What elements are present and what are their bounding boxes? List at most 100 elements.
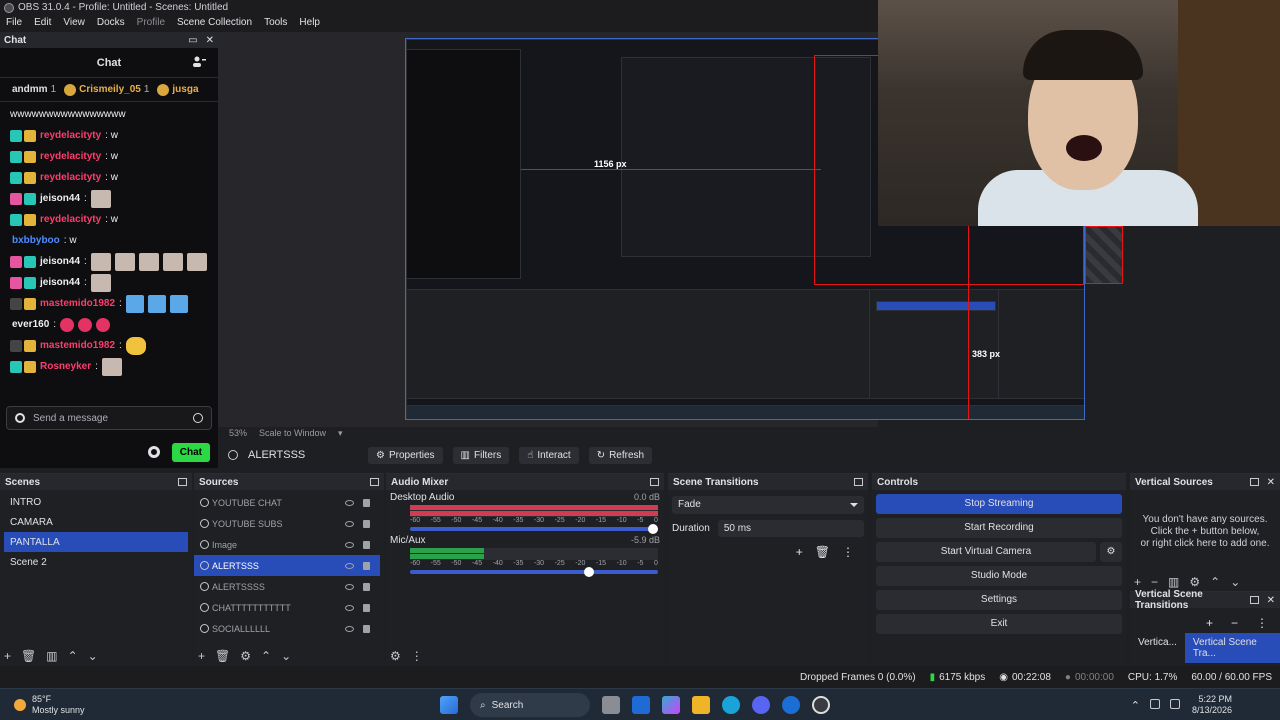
emote-icon[interactable] [186, 252, 207, 271]
move-up-icon[interactable]: ⌃ [68, 649, 78, 663]
visibility-icon[interactable] [345, 499, 354, 506]
gear-icon[interactable]: ⚙ [1189, 575, 1200, 589]
menu-scene-collection[interactable]: Scene Collection [177, 17, 252, 31]
weather-widget[interactable]: 85°F Mostly sunny [14, 694, 85, 716]
emote-icon[interactable] [147, 294, 166, 313]
menu-view[interactable]: View [63, 17, 85, 31]
obs-taskbar-icon[interactable] [812, 696, 830, 714]
emote-icon[interactable] [78, 317, 93, 332]
chevron-up-icon[interactable]: ⌃ [1131, 699, 1140, 712]
sub-badge-icon[interactable] [10, 129, 22, 142]
emote-icon[interactable] [90, 189, 111, 208]
edge-icon[interactable] [722, 696, 740, 714]
gear-icon[interactable] [147, 446, 160, 458]
crown-badge-icon[interactable] [24, 150, 36, 163]
start-recording-button[interactable]: Start Recording [876, 518, 1122, 538]
refresh-button[interactable]: ↻ Refresh [588, 446, 653, 464]
sub-badge-icon[interactable] [24, 192, 36, 205]
volume-icon[interactable] [1170, 699, 1180, 709]
emote-icon[interactable] [125, 336, 146, 355]
undock-icon[interactable] [854, 478, 863, 486]
virtual-camera-settings-icon[interactable]: ⚙ [1100, 542, 1122, 562]
trash-icon[interactable]: 🗑 [21, 649, 36, 663]
community-icon[interactable] [192, 56, 206, 68]
crown-badge-icon[interactable] [24, 213, 36, 226]
sub-badge-icon[interactable] [24, 276, 36, 289]
source-item[interactable]: CHATTTTTTTTTTT [194, 597, 380, 618]
chat-username[interactable]: jeison44 [40, 193, 80, 204]
chat-username[interactable]: jeison44 [40, 277, 80, 288]
filter-icon[interactable]: ▥ [1168, 575, 1179, 589]
volume-slider-knob[interactable] [648, 524, 658, 534]
scene-item[interactable]: Scene 2 [4, 552, 188, 572]
advanced-audio-icon[interactable]: ⚙ [390, 649, 401, 663]
sub-badge-icon[interactable] [10, 150, 22, 163]
undock-icon[interactable] [1250, 596, 1259, 604]
lock-icon[interactable] [363, 561, 370, 570]
start-virtual-camera-button[interactable]: Start Virtual Camera [876, 542, 1096, 562]
chat-username[interactable]: jeison44 [40, 256, 80, 267]
emote-icon[interactable] [169, 294, 188, 313]
lock-icon[interactable] [363, 498, 370, 507]
sub-badge-icon[interactable] [10, 360, 22, 373]
emote-icon[interactable] [60, 317, 75, 332]
vertical-sources-empty[interactable]: You don't have any sources. Click the + … [1130, 490, 1280, 550]
source-item[interactable]: YOUTUBE CHAT [194, 492, 380, 513]
tab-vertical-scene-transitions[interactable]: Vertical Scene Tra... [1184, 633, 1280, 663]
windows-start-icon[interactable] [440, 696, 458, 714]
chevron-down-icon[interactable]: ▾ [338, 428, 343, 439]
chat-username[interactable]: mastemido1982 [40, 298, 115, 309]
volume-slider[interactable] [410, 567, 658, 577]
add-icon[interactable]: + [198, 649, 205, 663]
emote-icon[interactable] [138, 252, 159, 271]
sub-badge-icon[interactable] [10, 171, 22, 184]
chat-username[interactable]: reydelacityty [40, 151, 101, 162]
lock-icon[interactable] [363, 582, 370, 591]
close-icon[interactable]: ✕ [1267, 477, 1275, 488]
add-icon[interactable]: + [1206, 616, 1213, 630]
leaderboard-entry[interactable]: Crismeily_05 1 [64, 83, 149, 96]
outlook-icon[interactable] [632, 696, 650, 714]
lock-icon[interactable] [363, 519, 370, 528]
visibility-icon[interactable] [345, 520, 354, 527]
emote-icon[interactable] [162, 252, 183, 271]
chat-username[interactable]: Rosneyker [40, 361, 91, 372]
interact-button[interactable]: ☝ Interact [519, 446, 579, 464]
undock-icon[interactable] [1249, 478, 1259, 486]
emote-icon[interactable] [90, 273, 111, 292]
move-down-icon[interactable]: ⌄ [281, 649, 291, 663]
crown-badge-icon[interactable] [24, 129, 36, 142]
emote-icon[interactable] [90, 252, 111, 271]
lock-icon[interactable] [363, 540, 370, 549]
move-down-icon[interactable]: ⌄ [1230, 575, 1240, 589]
menu-tools[interactable]: Tools [264, 17, 287, 31]
more-menu-icon[interactable]: ⋮ [411, 649, 423, 663]
visibility-icon[interactable] [345, 625, 354, 632]
lock-icon[interactable] [363, 603, 370, 612]
crown-badge-icon[interactable] [24, 297, 36, 310]
chat-username[interactable]: ever160 [12, 319, 49, 330]
network-icon[interactable] [1150, 699, 1160, 709]
visibility-icon[interactable] [345, 604, 354, 611]
gear-icon[interactable]: ⚙ [240, 649, 251, 663]
more-menu-icon[interactable]: ⋮ [842, 545, 854, 559]
stop-streaming-button[interactable]: Stop Streaming [876, 494, 1122, 514]
remove-icon[interactable]: − [1231, 616, 1238, 630]
task-view-icon[interactable] [602, 696, 620, 714]
leaderboard-entry[interactable]: andmm 1 [12, 84, 56, 95]
chat-input[interactable]: Send a message [6, 406, 212, 430]
transition-select[interactable]: Fade [672, 496, 864, 514]
exit-button[interactable]: Exit [876, 614, 1122, 634]
discord-icon[interactable] [752, 696, 770, 714]
scene-item[interactable]: CAMARA [4, 512, 188, 532]
emoji-icon[interactable] [193, 413, 203, 423]
source-item[interactable]: YOUTUBE SUBS [194, 513, 380, 534]
pink-badge-icon[interactable] [10, 192, 22, 205]
volume-slider-knob[interactable] [584, 567, 594, 577]
chat-username[interactable]: mastemido1982 [40, 340, 115, 351]
pink-badge-icon[interactable] [10, 276, 22, 289]
clock[interactable]: 5:22 PM 8/13/2026 [1192, 694, 1232, 716]
pink-badge-icon[interactable] [10, 255, 22, 268]
scene-item[interactable]: PANTALLA [4, 532, 188, 552]
move-up-icon[interactable]: ⌃ [261, 649, 271, 663]
